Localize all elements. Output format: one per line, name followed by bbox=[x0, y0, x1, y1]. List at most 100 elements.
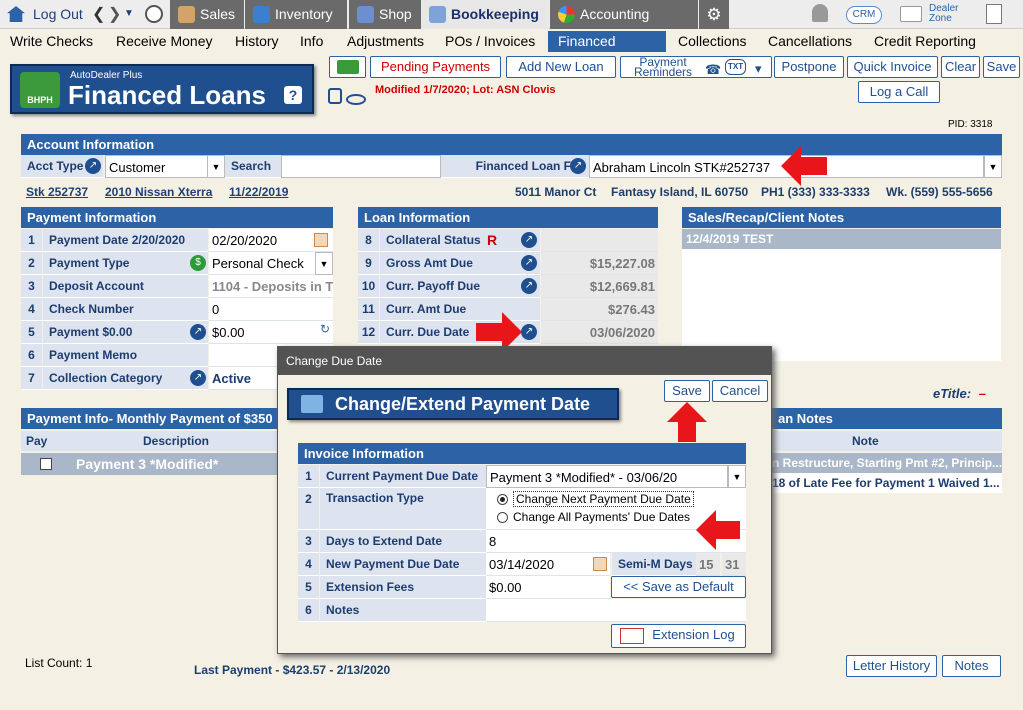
dialog-cancel-button[interactable]: Cancel bbox=[712, 380, 768, 402]
vehicle-date-link[interactable]: 11/22/2019 bbox=[229, 185, 288, 199]
client-notes-panel: 12/4/2019 TEST bbox=[682, 229, 1001, 361]
back-arrow-icon[interactable]: ❮ bbox=[92, 4, 105, 24]
acct-type-link-icon[interactable]: ↗ bbox=[85, 158, 101, 174]
pay-checkbox[interactable] bbox=[40, 458, 52, 470]
payment-type-select[interactable]: Personal Check bbox=[209, 252, 315, 275]
financed-loans-badge: BHPH AutoDealer Plus Financed Loans ? bbox=[10, 64, 314, 114]
eye-icon[interactable] bbox=[346, 94, 366, 105]
clear-button[interactable]: Clear bbox=[941, 56, 980, 78]
semi-15-input[interactable]: 15 bbox=[696, 553, 720, 576]
client-note-entry[interactable]: 12/4/2019 TEST bbox=[682, 229, 1001, 249]
current-due-dropdown[interactable]: ▼ bbox=[728, 465, 746, 488]
subnav-write-checks[interactable]: Write Checks bbox=[0, 31, 103, 52]
category-link-icon[interactable]: ↗ bbox=[190, 370, 206, 386]
add-new-loan-button[interactable]: Add New Loan bbox=[506, 56, 616, 78]
extension-fees-input[interactable]: $0.00 bbox=[486, 576, 610, 599]
user-face-icon[interactable] bbox=[145, 5, 163, 23]
home-icon[interactable] bbox=[7, 6, 25, 22]
bell-icon[interactable] bbox=[812, 4, 828, 22]
notes-button[interactable]: Notes bbox=[942, 655, 1001, 677]
logout-link[interactable]: Log Out bbox=[33, 6, 83, 22]
red-arrow-transaction bbox=[696, 510, 740, 550]
row-number: 1 bbox=[298, 465, 319, 488]
search-input[interactable] bbox=[281, 155, 441, 178]
tab-shop[interactable]: Shop bbox=[349, 0, 421, 29]
payment-link-icon[interactable]: ↗ bbox=[190, 324, 206, 340]
tab-sales[interactable]: Sales bbox=[170, 0, 244, 29]
forward-arrow-icon[interactable]: ❯ bbox=[108, 4, 121, 24]
payment-row-date: 1 Payment Date 2/20/2020 02/20/2020 bbox=[21, 229, 333, 252]
collateral-link-icon[interactable]: ↗ bbox=[521, 232, 537, 248]
stk-link[interactable]: Stk 252737 bbox=[26, 185, 88, 199]
collateral-flag: R bbox=[487, 232, 498, 248]
extension-log-button[interactable]: Extension Log bbox=[611, 624, 746, 648]
radio-next-dot[interactable] bbox=[497, 494, 508, 506]
subnav-history[interactable]: History bbox=[225, 31, 289, 52]
new-due-input[interactable]: 03/14/2020 bbox=[486, 553, 610, 576]
postpone-button[interactable]: Postpone bbox=[774, 56, 844, 78]
dealer-zone-label[interactable]: Dealer Zone bbox=[929, 4, 969, 24]
calendar-icon[interactable] bbox=[314, 233, 328, 247]
acct-type-dropdown[interactable]: ▼ bbox=[207, 155, 225, 178]
dialog-badge: Change/Extend Payment Date bbox=[287, 388, 619, 420]
subnav-financed-loans[interactable]: Financed Loans bbox=[548, 31, 666, 70]
gear-icon: ⚙ bbox=[706, 5, 722, 24]
check-number-input[interactable]: 0 bbox=[209, 298, 333, 321]
tab-inventory[interactable]: Inventory bbox=[245, 0, 347, 29]
dropdown-arrow-icon[interactable]: ▼ bbox=[124, 8, 134, 19]
notes-input[interactable] bbox=[486, 599, 746, 622]
subnav-receive-money[interactable]: Receive Money bbox=[106, 31, 223, 52]
letter-history-button[interactable]: Letter History bbox=[846, 655, 937, 677]
top-navigation: Log Out ❮ ❯ ▼ Sales Inventory Shop Bookk… bbox=[0, 0, 1023, 29]
tab-bookkeeping[interactable]: Bookkeeping bbox=[421, 0, 549, 29]
tab-accounting[interactable]: Accounting bbox=[550, 0, 698, 29]
subnav-info[interactable]: Info bbox=[290, 31, 333, 52]
subnav-cancellations[interactable]: Cancellations bbox=[758, 31, 862, 52]
subnav-credit-reporting[interactable]: Credit Reporting bbox=[864, 31, 986, 52]
pending-payments-button[interactable]: Pending Payments bbox=[370, 56, 501, 78]
quick-invoice-button[interactable]: Quick Invoice bbox=[847, 56, 938, 78]
crm-icon[interactable]: CRM bbox=[846, 6, 882, 24]
dealer-zone-icon[interactable] bbox=[900, 6, 922, 22]
subnav-adjustments[interactable]: Adjustments bbox=[337, 31, 434, 52]
dollar-icon[interactable]: $ bbox=[190, 255, 206, 271]
log-a-call-button[interactable]: Log a Call bbox=[858, 81, 940, 103]
payoff-due-label: Curr. Payoff Due bbox=[380, 275, 540, 298]
calendar-icon[interactable] bbox=[593, 557, 607, 571]
payment-reminders-button[interactable]: Payment Reminders ☎ TXT ▾ bbox=[620, 56, 772, 78]
due-date-link-icon[interactable]: ↗ bbox=[521, 324, 537, 340]
refresh-icon[interactable]: ↻ bbox=[320, 322, 330, 336]
city-state-zip: Fantasy Island, IL 60750 bbox=[611, 185, 749, 199]
payment-amount-input[interactable]: $0.00 bbox=[209, 321, 333, 344]
dialog-save-button[interactable]: Save bbox=[664, 380, 710, 402]
vehicle-link[interactable]: 2010 Nissan Xterra bbox=[105, 185, 212, 199]
subnav-pos-invoices[interactable]: POs / Invoices bbox=[435, 31, 545, 52]
payoff-link-icon[interactable]: ↗ bbox=[521, 278, 537, 294]
save-button[interactable]: Save bbox=[983, 56, 1020, 78]
semi-31-input[interactable]: 31 bbox=[722, 553, 746, 576]
current-due-select[interactable]: Payment 3 *Modified* - 03/06/20 bbox=[486, 465, 728, 488]
gross-link-icon[interactable]: ↗ bbox=[521, 255, 537, 271]
table-row[interactable]: Payment 3 *Modified* bbox=[21, 453, 281, 475]
radio-change-next[interactable]: Change Next Payment Due Date bbox=[489, 490, 746, 508]
financed-for-dropdown[interactable]: ▼ bbox=[984, 155, 1002, 178]
deposit-account-select[interactable]: 1104 - Deposits in T bbox=[209, 275, 333, 298]
payment-type-dropdown[interactable]: ▼ bbox=[315, 252, 333, 275]
notes-label: Notes bbox=[320, 599, 486, 622]
etitle-value: – bbox=[978, 386, 986, 401]
financed-for-link-icon[interactable]: ↗ bbox=[570, 158, 586, 174]
loan-row-gross: 9 Gross Amt Due ↗ $15,227.08 bbox=[358, 252, 658, 275]
save-as-default-button[interactable]: << Save as Default bbox=[611, 576, 746, 598]
subnav-collections[interactable]: Collections bbox=[668, 31, 756, 52]
list-item[interactable]: n Restructure, Starting Pmt #2, Princip.… bbox=[772, 453, 1002, 473]
row-number: 3 bbox=[298, 530, 319, 553]
calculator-icon[interactable] bbox=[986, 4, 1002, 24]
due-date-value: 03/06/2020 bbox=[541, 321, 658, 344]
radio-all-dot[interactable] bbox=[497, 512, 508, 524]
help-icon[interactable]: ? bbox=[284, 86, 302, 104]
folder-button[interactable] bbox=[329, 56, 366, 78]
list-item[interactable]: 18 of Late Fee for Payment 1 Waived 1... bbox=[772, 473, 1002, 493]
unlock-icon[interactable] bbox=[328, 88, 342, 104]
settings-tab[interactable]: ⚙ bbox=[699, 0, 729, 29]
row-number: 2 bbox=[298, 488, 319, 530]
